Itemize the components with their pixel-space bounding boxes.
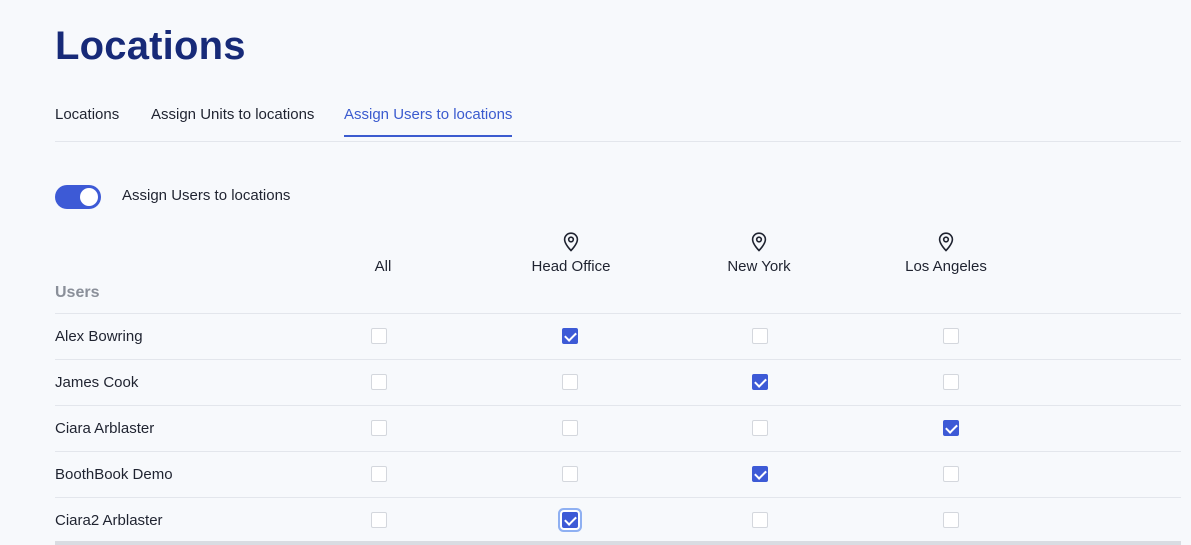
tab-assign-users[interactable]: Assign Users to locations	[344, 106, 513, 137]
map-pin-icon	[563, 232, 579, 252]
horizontal-scrollbar[interactable]	[55, 541, 1181, 545]
column-label-new-york: New York	[727, 258, 791, 275]
checkbox-all[interactable]	[371, 328, 387, 344]
assign-users-toggle[interactable]	[55, 185, 101, 209]
checkbox-los-angeles[interactable]	[943, 466, 959, 482]
checkbox-new-york[interactable]	[752, 466, 768, 482]
toggle-label: Assign Users to locations	[122, 187, 291, 204]
tab-bar: Locations Assign Units to locations Assi…	[55, 96, 1181, 142]
checkbox-all[interactable]	[371, 512, 387, 528]
page-title: Locations	[55, 24, 246, 68]
column-label-los-angeles: Los Angeles	[905, 258, 987, 275]
user-name: Ciara Arblaster	[55, 420, 155, 437]
user-name: Alex Bowring	[55, 328, 143, 345]
table-row: James Cook	[55, 359, 1181, 405]
table-row: BoothBook Demo	[55, 451, 1181, 497]
checkbox-los-angeles[interactable]	[943, 512, 959, 528]
checkbox-new-york[interactable]	[752, 328, 768, 344]
checkbox-all[interactable]	[371, 466, 387, 482]
column-header-all: All	[303, 232, 463, 275]
checkbox-all[interactable]	[371, 420, 387, 436]
column-header-head-office: Head Office	[491, 232, 651, 275]
user-name: James Cook	[55, 374, 139, 391]
user-name: BoothBook Demo	[55, 466, 173, 483]
tab-locations[interactable]: Locations	[55, 106, 119, 135]
map-pin-icon	[751, 232, 767, 252]
column-header-los-angeles: Los Angeles	[866, 232, 1026, 275]
checkbox-los-angeles[interactable]	[943, 420, 959, 436]
user-name: Ciara2 Arblaster	[55, 512, 163, 529]
table-row: Alex Bowring	[55, 313, 1181, 359]
checkbox-head-office[interactable]	[562, 512, 578, 528]
checkbox-los-angeles[interactable]	[943, 328, 959, 344]
checkbox-head-office[interactable]	[562, 374, 578, 390]
table-row: Ciara2 Arblaster	[55, 497, 1181, 543]
toggle-knob	[80, 188, 98, 206]
user-location-table: Alex Bowring James Cook Ciara Arblaster Boo…	[55, 313, 1181, 543]
column-label-all: All	[374, 258, 392, 275]
column-label-head-office: Head Office	[531, 258, 611, 275]
checkbox-head-office[interactable]	[562, 328, 578, 344]
tab-assign-units[interactable]: Assign Units to locations	[151, 106, 314, 135]
checkbox-new-york[interactable]	[752, 374, 768, 390]
checkbox-new-york[interactable]	[752, 420, 768, 436]
checkbox-new-york[interactable]	[752, 512, 768, 528]
checkbox-head-office[interactable]	[562, 466, 578, 482]
column-header-new-york: New York	[679, 232, 839, 275]
checkbox-head-office[interactable]	[562, 420, 578, 436]
table-row: Ciara Arblaster	[55, 405, 1181, 451]
checkbox-los-angeles[interactable]	[943, 374, 959, 390]
checkbox-all[interactable]	[371, 374, 387, 390]
map-pin-icon	[938, 232, 954, 252]
users-column-header: Users	[55, 284, 100, 301]
